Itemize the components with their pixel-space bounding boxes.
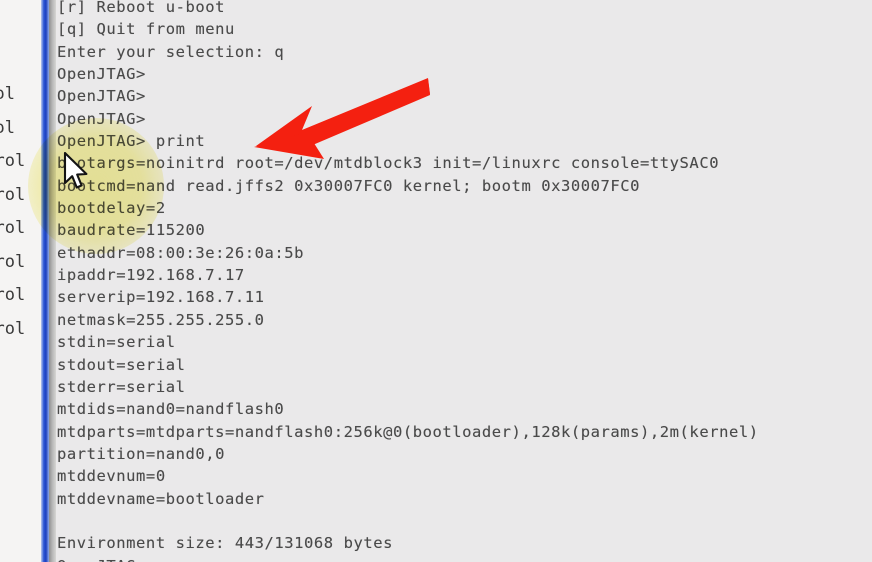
terminal-window-border — [49, 0, 56, 562]
console-line: OpenJTAG> — [57, 65, 146, 84]
screenshot-root: trol trol ntrol ntrol ntrol ntrol ntrol … — [0, 0, 872, 562]
console-line: OpenJTAG> — [57, 555, 759, 562]
console-line: [r] Reboot u-boot — [57, 0, 225, 16]
console-line: ipaddr=192.168.7.17 — [57, 266, 245, 285]
background-window-text: trol trol ntrol ntrol ntrol ntrol ntrol … — [0, 84, 26, 339]
console-line: bootdelay=2 — [57, 199, 166, 218]
console-line: bootcmd=nand read.jffs2 0x30007FC0 kerne… — [57, 176, 641, 195]
console-line: stdin=serial — [57, 333, 176, 352]
console-line: ethaddr=08:00:3e:26:0a:5b — [57, 243, 305, 262]
console-line: bootargs=noinitrd root=/dev/mtdblock3 in… — [57, 154, 720, 173]
console-line: netmask=255.255.255.0 — [57, 310, 265, 329]
console-line: [q] Quit from menu — [57, 20, 235, 39]
console-line: OpenJTAG> — [57, 109, 146, 128]
console-line: mtdids=nand0=nandflash0 — [57, 400, 285, 419]
console-line: baudrate=115200 — [57, 221, 206, 240]
console-line: Enter your selection: q — [57, 42, 285, 61]
terminal-window[interactable]: [r] Reboot u-boot [q] Quit from menu Enter… — [56, 0, 872, 562]
console-line: stderr=serial — [57, 377, 186, 396]
console-line: Environment size: 443/131068 bytes — [57, 534, 393, 553]
terminal-scrollbar[interactable] — [41, 0, 49, 562]
console-line: serverip=192.168.7.11 — [57, 288, 265, 307]
console-line: partition=nand0,0 — [57, 444, 225, 463]
console-line: stdout=serial — [57, 355, 186, 374]
console-line: mtdparts=mtdparts=nandflash0:256k@0(boot… — [57, 422, 759, 441]
background-window: trol trol ntrol ntrol ntrol ntrol ntrol … — [0, 0, 46, 562]
console-output: [r] Reboot u-boot [q] Quit from menu Enter… — [57, 0, 759, 562]
console-line: OpenJTAG> print — [57, 132, 206, 151]
console-line: mtddevnum=0 — [57, 467, 166, 486]
console-line: OpenJTAG> — [57, 87, 146, 106]
console-line: mtddevname=bootloader — [57, 489, 265, 508]
